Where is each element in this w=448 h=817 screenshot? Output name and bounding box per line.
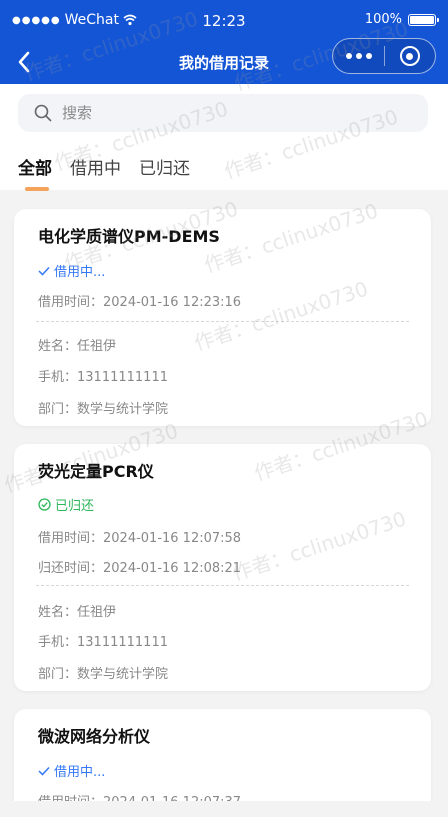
equipment-name: 微波网络分析仪: [38, 727, 151, 746]
tab-returned[interactable]: 已归还: [139, 154, 190, 179]
dot-icon: [345, 53, 352, 59]
check-icon: [38, 766, 50, 776]
return-time: 归还时间：2024-01-16 12:08:21: [38, 561, 242, 576]
record-card[interactable]: 荧光定量PCR仪 已归还 借用时间：2024-01-16 12:07:58 归还…: [14, 444, 431, 691]
more-button[interactable]: [333, 39, 384, 73]
borrower-name: 姓名：任祖伊: [38, 605, 117, 620]
status-right: 100%: [364, 12, 439, 27]
tab-bar: 全部 借用中 已归还: [18, 154, 190, 191]
status-badge: 已归还: [38, 495, 94, 514]
bottom-safe-area: [0, 801, 448, 817]
status-badge: 借用中...: [38, 761, 105, 780]
borrower-phone: 手机：13111111111: [38, 635, 168, 650]
battery-percent: 100%: [364, 12, 402, 27]
borrower-name: 姓名：任祖伊: [38, 339, 117, 354]
battery-icon: [408, 13, 439, 26]
equipment-name: 电化学质谱仪PM-DEMS: [38, 227, 220, 246]
status-label: 借用中...: [54, 265, 106, 280]
filter-panel: 全部 借用中 已归还: [0, 84, 448, 191]
target-icon: [399, 46, 420, 66]
status-label: 已归还: [55, 499, 95, 514]
borrower-dept: 部门：数学与统计学院: [38, 402, 169, 417]
nav-bar: 我的借用记录: [0, 38, 448, 84]
borrower-phone: 手机：13111111111: [38, 370, 168, 385]
borrow-time: 借用时间：2024-01-16 12:23:16: [38, 295, 242, 310]
divider: [36, 585, 409, 586]
equipment-name: 荧光定量PCR仪: [38, 462, 154, 481]
record-card[interactable]: 电化学质谱仪PM-DEMS 借用中... 借用时间：2024-01-16 12:…: [14, 209, 431, 426]
status-bar: ●●●●● WeChat 12:23 100%: [0, 0, 448, 40]
borrow-time: 借用时间：2024-01-16 12:07:58: [38, 531, 242, 546]
search-input[interactable]: [62, 104, 382, 122]
close-button[interactable]: [385, 39, 435, 73]
mini-program-capsule: [332, 38, 436, 74]
divider: [36, 321, 409, 322]
search-icon: [34, 104, 52, 122]
tab-all[interactable]: 全部: [18, 154, 52, 191]
check-icon: [38, 266, 50, 276]
status-badge: 借用中...: [38, 261, 105, 280]
tab-borrowing[interactable]: 借用中: [70, 154, 121, 179]
dot-icon: [355, 53, 362, 59]
status-label: 借用中...: [54, 765, 106, 780]
search-bar[interactable]: [18, 94, 428, 132]
dot-icon: [365, 53, 372, 59]
check-circle-icon: [38, 498, 51, 511]
borrower-dept: 部门：数学与统计学院: [38, 667, 169, 682]
